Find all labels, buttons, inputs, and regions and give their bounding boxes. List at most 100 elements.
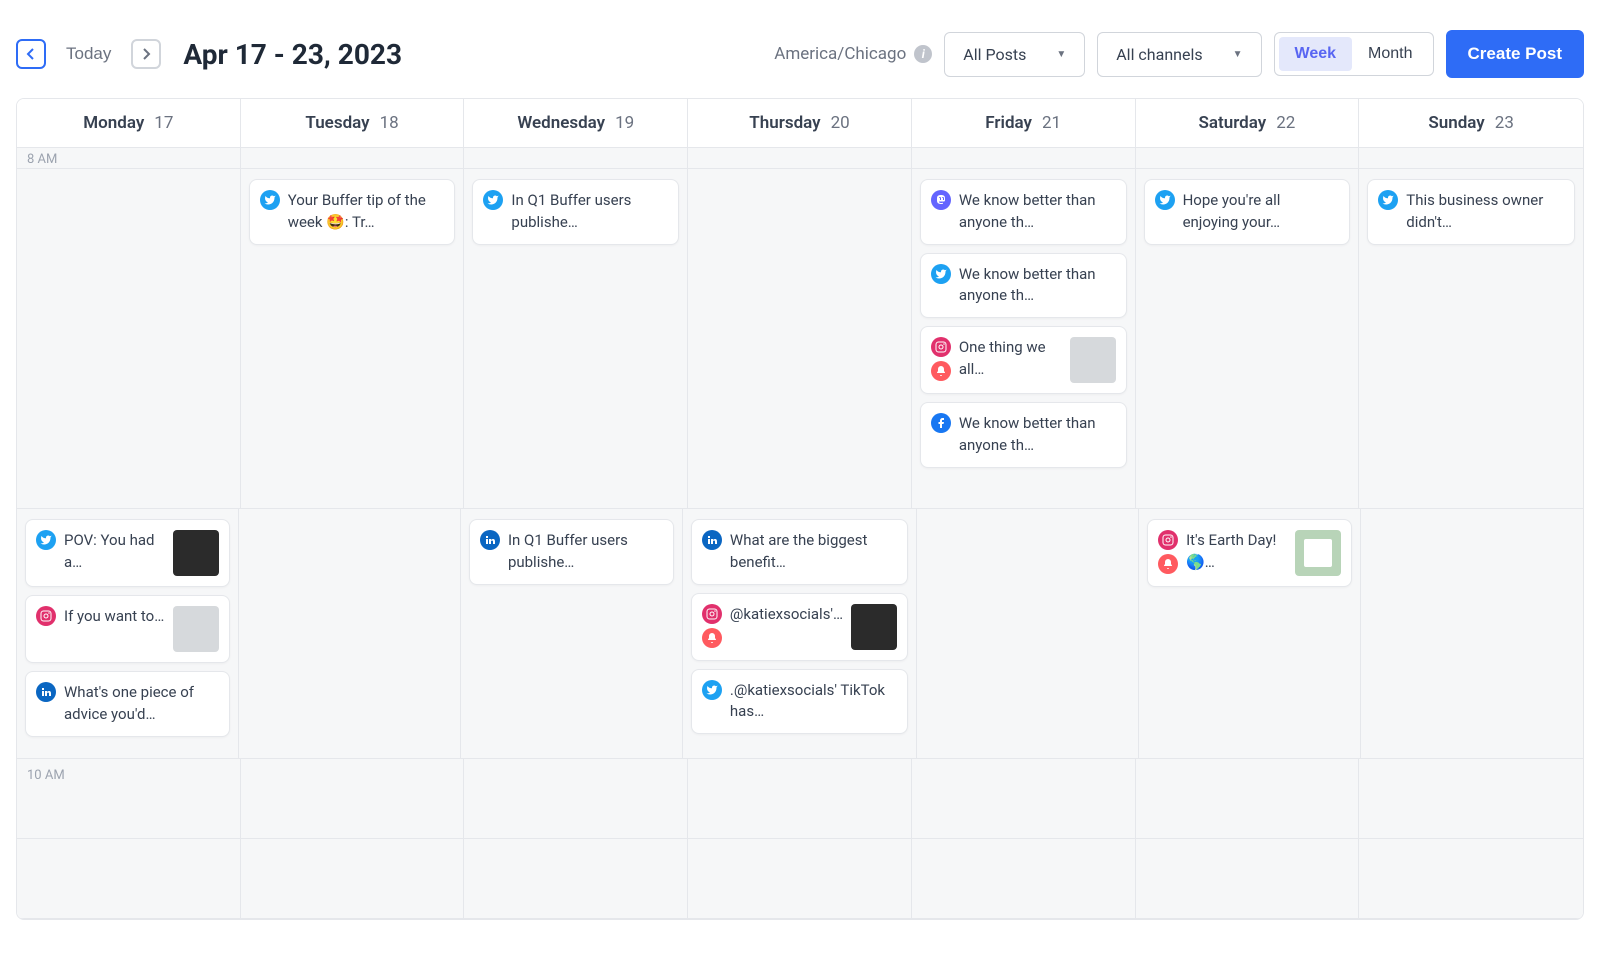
post-card[interactable]: We know better than anyone th… [920, 402, 1127, 468]
day-name: Sunday [1428, 113, 1484, 133]
time-label-8am: 8 AM [27, 152, 57, 167]
calendar-days-header: Monday17Tuesday18Wednesday19Thursday20Fr… [17, 99, 1583, 148]
channel-icon-stack [702, 530, 722, 550]
calendar-cell[interactable] [17, 169, 241, 508]
view-toggle: Week Month [1274, 32, 1434, 76]
create-post-button[interactable]: Create Post [1446, 30, 1584, 78]
calendar-cell[interactable] [1361, 509, 1583, 758]
date-nav-group: Today [16, 38, 161, 70]
post-card[interactable]: @katiexsocials'… [691, 593, 908, 661]
day-number: 20 [831, 113, 850, 133]
post-card[interactable]: If you want to… [25, 595, 230, 663]
posts-filter-label: All Posts [963, 45, 1026, 64]
calendar-grid: Monday17Tuesday18Wednesday19Thursday20Fr… [16, 98, 1584, 920]
day-name: Monday [83, 113, 144, 133]
day-header: Friday21 [912, 99, 1136, 147]
time-row-9am: POV: You had a… If you want to… What's one… [17, 509, 1583, 759]
channel-icon-stack [702, 680, 722, 700]
instagram-icon [702, 604, 722, 624]
month-view-button[interactable]: Month [1352, 37, 1428, 71]
day-number: 18 [380, 113, 399, 133]
post-card[interactable]: In Q1 Buffer users publishe… [472, 179, 679, 245]
post-text: If you want to… [64, 606, 165, 628]
calendar-cell[interactable] [239, 509, 461, 758]
post-card[interactable]: It's Earth Day! 🌎… [1147, 519, 1352, 587]
day-name: Saturday [1199, 113, 1267, 133]
calendar-body: 8 AM Your Buffer tip of the week 🤩: Tr… I… [17, 148, 1583, 919]
post-text: What are the biggest benefit… [730, 530, 897, 574]
instagram-icon [931, 337, 951, 357]
post-text: This business owner didn't… [1406, 190, 1564, 234]
timezone-display: America/Chicago i [774, 44, 932, 64]
next-week-button[interactable] [131, 39, 161, 69]
channel-icon-stack [931, 337, 951, 381]
calendar-cell[interactable]: What are the biggest benefit… @katiexsoci… [683, 509, 917, 758]
channel-icon-stack [483, 190, 503, 210]
channel-icon-stack [931, 264, 951, 284]
linkedin-icon [480, 530, 500, 550]
post-card[interactable]: This business owner didn't… [1367, 179, 1575, 245]
mastodon-icon [931, 190, 951, 210]
bell-icon [1158, 554, 1178, 574]
post-card[interactable]: We know better than anyone th… [920, 253, 1127, 319]
arrow-left-icon [25, 48, 37, 60]
date-range-title: Apr 17 - 23, 2023 [183, 38, 402, 71]
day-number: 23 [1495, 113, 1514, 133]
day-header: Sunday 23 [1359, 99, 1583, 147]
instagram-icon [36, 606, 56, 626]
day-header: Monday 17 [17, 99, 241, 147]
post-card[interactable]: In Q1 Buffer users publishe… [469, 519, 674, 585]
linkedin-icon [36, 682, 56, 702]
arrow-right-icon [140, 48, 152, 60]
channels-filter-label: All channels [1116, 45, 1202, 64]
post-card[interactable]: What are the biggest benefit… [691, 519, 908, 585]
post-card[interactable]: One thing we all… [920, 326, 1127, 394]
post-text: In Q1 Buffer users publishe… [511, 190, 668, 234]
calendar-header: Today Apr 17 - 23, 2023 America/Chicago … [0, 0, 1600, 98]
post-text: One thing we all… [959, 337, 1062, 381]
day-number: 21 [1042, 113, 1061, 133]
post-card[interactable]: We know better than anyone th… [920, 179, 1127, 245]
post-thumbnail [173, 606, 219, 652]
today-button[interactable]: Today [52, 38, 125, 70]
day-name: Tuesday [305, 113, 369, 133]
calendar-cell[interactable] [917, 509, 1139, 758]
calendar-cell[interactable]: This business owner didn't… [1359, 169, 1583, 508]
post-thumbnail [1295, 530, 1341, 576]
channels-filter-dropdown[interactable]: All channels ▼ [1097, 32, 1261, 77]
post-card[interactable]: Your Buffer tip of the week 🤩: Tr… [249, 179, 456, 245]
prev-week-button[interactable] [16, 39, 46, 69]
post-thumbnail [173, 530, 219, 576]
week-view-button[interactable]: Week [1279, 37, 1353, 71]
day-header: Saturday22 [1136, 99, 1360, 147]
post-card[interactable]: What's one piece of advice you'd… [25, 671, 230, 737]
channel-icon-stack [260, 190, 280, 210]
posts-filter-dropdown[interactable]: All Posts ▼ [944, 32, 1085, 77]
post-card[interactable]: Hope you're all enjoying your… [1144, 179, 1351, 245]
day-header: Thursday20 [688, 99, 912, 147]
calendar-cell[interactable]: Hope you're all enjoying your… [1136, 169, 1360, 508]
calendar-cell[interactable]: In Q1 Buffer users publishe… [461, 509, 683, 758]
post-text: POV: You had a… [64, 530, 165, 574]
twitter-icon [36, 530, 56, 550]
time-row-8am: Your Buffer tip of the week 🤩: Tr… In Q1 … [17, 169, 1583, 509]
channel-icon-stack [1158, 530, 1178, 574]
calendar-cell[interactable]: In Q1 Buffer users publishe… [464, 169, 688, 508]
channel-icon-stack [931, 413, 951, 433]
day-number: 17 [154, 113, 173, 133]
instagram-icon [1158, 530, 1178, 550]
time-row-11am [17, 839, 1583, 919]
post-card[interactable]: .@katiexsocials' TikTok has… [691, 669, 908, 735]
twitter-icon [260, 190, 280, 210]
post-text: What's one piece of advice you'd… [64, 682, 219, 726]
calendar-cell[interactable]: We know better than anyone th… We know be… [912, 169, 1136, 508]
post-card[interactable]: POV: You had a… [25, 519, 230, 587]
channel-icon-stack [36, 682, 56, 702]
channel-icon-stack [1378, 190, 1398, 210]
calendar-cell[interactable]: It's Earth Day! 🌎… [1139, 509, 1361, 758]
calendar-cell[interactable]: POV: You had a… If you want to… What's one… [17, 509, 239, 758]
post-text: @katiexsocials'… [730, 604, 843, 626]
calendar-cell[interactable] [688, 169, 912, 508]
calendar-cell[interactable]: Your Buffer tip of the week 🤩: Tr… [241, 169, 465, 508]
info-icon[interactable]: i [914, 45, 932, 63]
